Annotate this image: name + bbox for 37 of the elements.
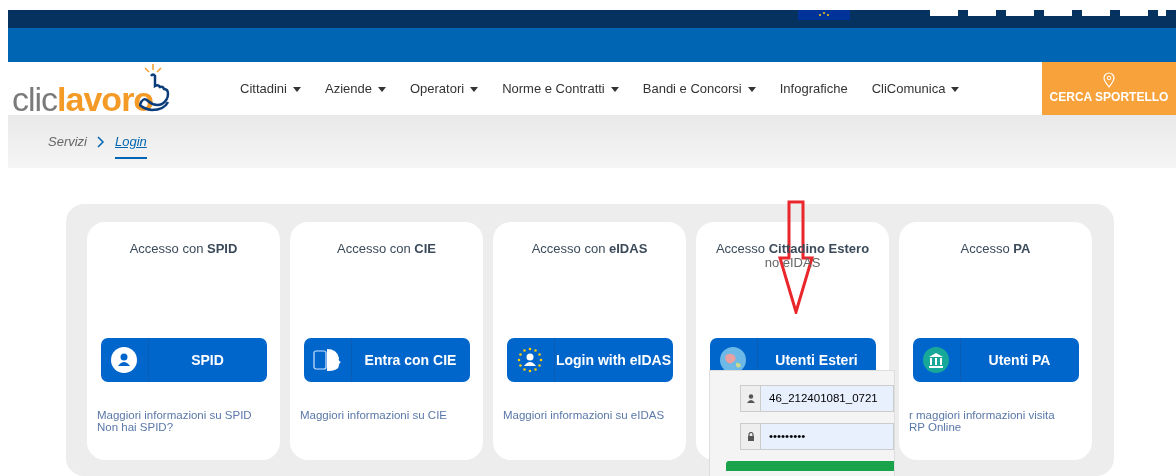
nav-menu-item[interactable]: Operatori [397,78,491,99]
password-field[interactable]: ••••••••• [740,423,894,450]
info-link[interactable]: RP Online [909,421,1055,434]
nav-menu-item[interactable]: Aziende [312,78,398,99]
info-link[interactable]: r maggiori informazioni visita [909,409,1055,422]
nav-menu-item[interactable]: Norme e Contratti [490,78,631,99]
login-button[interactable]: Login with eIDAS [506,338,673,382]
lock-icon [746,432,755,441]
card-title: Accesso con eIDAS [531,242,648,257]
login-button[interactable]: SPID [100,338,267,382]
user-icon [746,394,755,403]
nav-menu-item[interactable]: Cittadini [228,78,313,99]
breadcrumb-link[interactable]: Login [115,131,147,160]
card-title: Accesso PA [960,242,1031,257]
nav-menu-item[interactable]: CliComunica [859,78,972,99]
chevron-right-icon [97,135,105,148]
eu-user-icon [517,347,543,373]
bank-icon [923,347,949,373]
login-button[interactable]: Entra con CIE [303,338,470,382]
submit-button[interactable] [726,461,894,471]
location-pin-icon [1103,71,1115,88]
info-link[interactable]: Non hai SPID? [97,421,252,434]
flag-icon [798,10,850,20]
id-card-face-icon [313,347,341,373]
logo-text: lavoro [57,81,154,116]
nav-menu-item[interactable]: Bandi e Concorsi [630,78,768,99]
info-link[interactable]: Maggiori informazioni su SPID [97,409,252,422]
info-link[interactable]: Maggiori informazioni su CIE [300,409,447,422]
user-icon [111,347,137,373]
card-title: Accesso con SPID [129,242,238,257]
username-field[interactable]: 46_212401081_0721 [740,385,894,412]
nav-menu-item[interactable]: Infografiche [767,78,860,99]
logo-text: clic [12,81,58,116]
info-link[interactable]: Maggiori informazioni su eIDAS [503,409,665,422]
login-button[interactable]: Utenti PA [912,338,1079,382]
breadcrumb-link[interactable]: Servizi [48,131,87,152]
card-title: Accesso con CIE [337,242,436,257]
